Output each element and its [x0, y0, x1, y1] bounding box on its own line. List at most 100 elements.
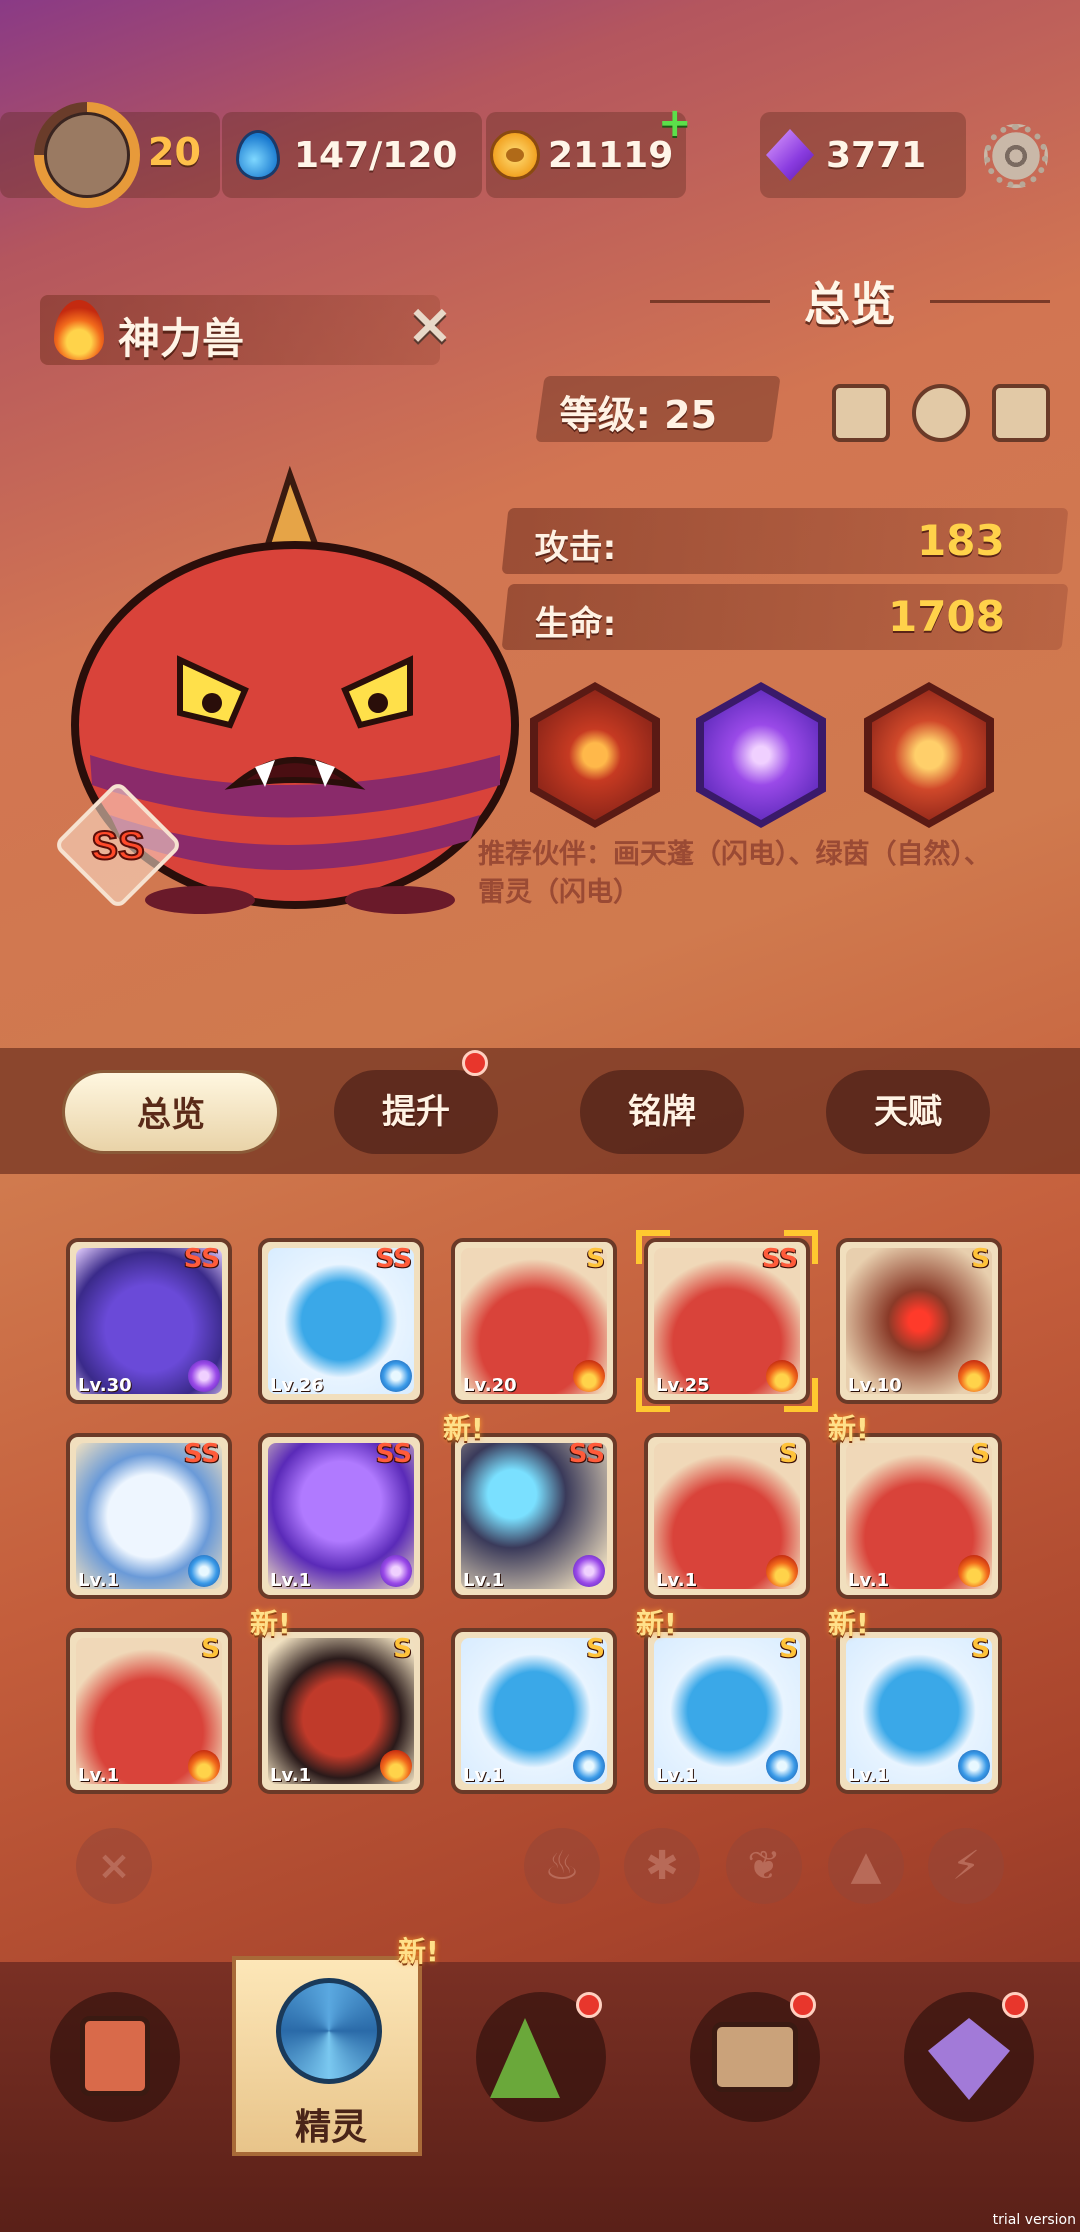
selection-corner	[636, 1378, 670, 1412]
tab-upgrade[interactable]: 提升	[334, 1070, 498, 1154]
hp-value: 1708	[888, 592, 1006, 641]
monster-card[interactable]: S Lv.1	[66, 1628, 232, 1794]
player-avatar[interactable]	[34, 102, 140, 208]
tab-talent[interactable]: 天赋	[826, 1070, 990, 1154]
new-tag: 新!	[828, 1607, 869, 1640]
monster-card[interactable]: S Lv.1	[836, 1628, 1002, 1794]
new-tag: 新!	[636, 1607, 677, 1640]
card-level: Lv.1	[78, 1765, 120, 1786]
card-level: Lv.10	[848, 1375, 902, 1396]
fire-element-icon	[766, 1555, 798, 1587]
close-icon[interactable]: ×	[402, 297, 458, 355]
monster-name: 神力兽	[118, 314, 245, 363]
monster-card[interactable]: S Lv.1	[258, 1628, 424, 1794]
card-rank: SS	[375, 1439, 412, 1469]
title-ornament-left	[650, 300, 770, 303]
monster-card[interactable]: S Lv.1	[644, 1628, 810, 1794]
attack-row: 攻击: 183	[501, 508, 1069, 574]
card-rank: S	[586, 1244, 605, 1274]
energy-value: 147/120	[294, 134, 458, 176]
avatar-icon	[44, 112, 130, 198]
nav-device[interactable]	[50, 1992, 180, 2122]
fire-element-icon	[188, 1750, 220, 1782]
card-rank: S	[586, 1634, 605, 1664]
card-level: Lv.1	[270, 1570, 312, 1591]
lightning-filter-icon[interactable]: ⚡	[928, 1828, 1004, 1904]
card-level: Lv.1	[848, 1765, 890, 1786]
gems-panel[interactable]: 3771	[760, 112, 966, 198]
card-level: Lv.26	[270, 1375, 324, 1396]
tab-strip: 总览 提升 铭牌 天赋	[0, 1048, 1080, 1174]
ice-element-icon	[958, 1750, 990, 1782]
card-rank: S	[779, 1634, 798, 1664]
hp-label: 生命:	[534, 604, 617, 644]
water-drop-icon	[236, 130, 280, 180]
new-tag: 新!	[250, 1607, 291, 1640]
monster-card[interactable]: SS Lv.1	[258, 1433, 424, 1599]
nature-filter-icon[interactable]: ❦	[726, 1828, 802, 1904]
circle-icon[interactable]	[912, 384, 970, 442]
monster-card[interactable]: SS Lv.30	[66, 1238, 232, 1404]
chest-icon	[712, 2022, 798, 2092]
card-level: Lv.1	[656, 1765, 698, 1786]
ice-element-icon	[188, 1555, 220, 1587]
monster-card[interactable]: SS Lv.26	[258, 1238, 424, 1404]
ice-element-icon	[573, 1750, 605, 1782]
watermark: trial version	[992, 2212, 1076, 2228]
attack-label: 攻击:	[534, 528, 617, 568]
monster-portrait: SS	[57, 465, 519, 914]
ice-element-icon	[380, 1360, 412, 1392]
selection-corner	[636, 1230, 670, 1264]
skill-claw-icon[interactable]	[864, 682, 994, 828]
selection-corner	[784, 1378, 818, 1412]
monster-card[interactable]: S Lv.1	[836, 1433, 1002, 1599]
card-rank: S	[971, 1439, 990, 1469]
clear-filter-icon[interactable]: ×	[76, 1828, 152, 1904]
card-rank: S	[201, 1634, 220, 1664]
card-level: Lv.20	[463, 1375, 517, 1396]
selection-corner	[784, 1230, 818, 1264]
tab-nameplate[interactable]: 铭牌	[580, 1070, 744, 1154]
nav-chest-badge	[790, 1992, 816, 2018]
monster-card[interactable]: S Lv.10	[836, 1238, 1002, 1404]
monster-card[interactable]: SS Lv.1	[66, 1433, 232, 1599]
fire-element-icon	[958, 1360, 990, 1392]
earth-filter-icon[interactable]: ▲	[828, 1828, 904, 1904]
gems-value: 3771	[826, 134, 927, 176]
lightning-element-icon	[573, 1555, 605, 1587]
monster-card[interactable]: SS Lv.1	[451, 1433, 617, 1599]
new-tag: 新!	[443, 1412, 484, 1445]
coins-panel[interactable]: 21119	[486, 112, 686, 198]
monster-card[interactable]: S Lv.1	[451, 1628, 617, 1794]
new-tag: 新!	[828, 1412, 869, 1445]
nav-spirit[interactable]: 精灵	[232, 1956, 422, 2156]
recommend-partners: 推荐伙伴：画天蓬（闪电）、绿茵（自然）、雷灵（闪电）	[478, 839, 991, 908]
nav-spirit-new-tag: 新!	[398, 1935, 439, 1968]
lock-icon[interactable]	[992, 384, 1050, 442]
nav-map-badge	[1002, 1992, 1028, 2018]
card-rank: S	[393, 1634, 412, 1664]
card-rank: SS	[375, 1244, 412, 1274]
fire-filter-icon[interactable]: ♨	[524, 1828, 600, 1904]
title-ornament-right	[930, 300, 1050, 303]
coins-value: 21119	[548, 134, 674, 176]
attack-value: 183	[917, 516, 1006, 565]
monster-card[interactable]: S Lv.1	[644, 1433, 810, 1599]
monster-card[interactable]: S Lv.20	[451, 1238, 617, 1404]
ice-filter-icon[interactable]: ✱	[624, 1828, 700, 1904]
tab-upgrade-badge	[462, 1050, 488, 1076]
settings-gear-icon[interactable]	[984, 124, 1048, 188]
energy-panel[interactable]: 147/120	[222, 112, 482, 198]
add-coins-icon[interactable]: +	[658, 100, 692, 146]
tab-overview[interactable]: 总览	[62, 1070, 280, 1154]
ice-element-icon	[766, 1750, 798, 1782]
lightning-element-icon	[188, 1360, 220, 1392]
card-level: Lv.1	[78, 1570, 120, 1591]
coin-icon	[490, 130, 540, 180]
skill-lightning-icon[interactable]	[696, 682, 826, 828]
mountain-icon	[490, 2018, 560, 2098]
card-level: Lv.1	[848, 1570, 890, 1591]
play-icon[interactable]	[832, 384, 890, 442]
card-level: Lv.1	[270, 1765, 312, 1786]
card-rank: SS	[183, 1439, 220, 1469]
